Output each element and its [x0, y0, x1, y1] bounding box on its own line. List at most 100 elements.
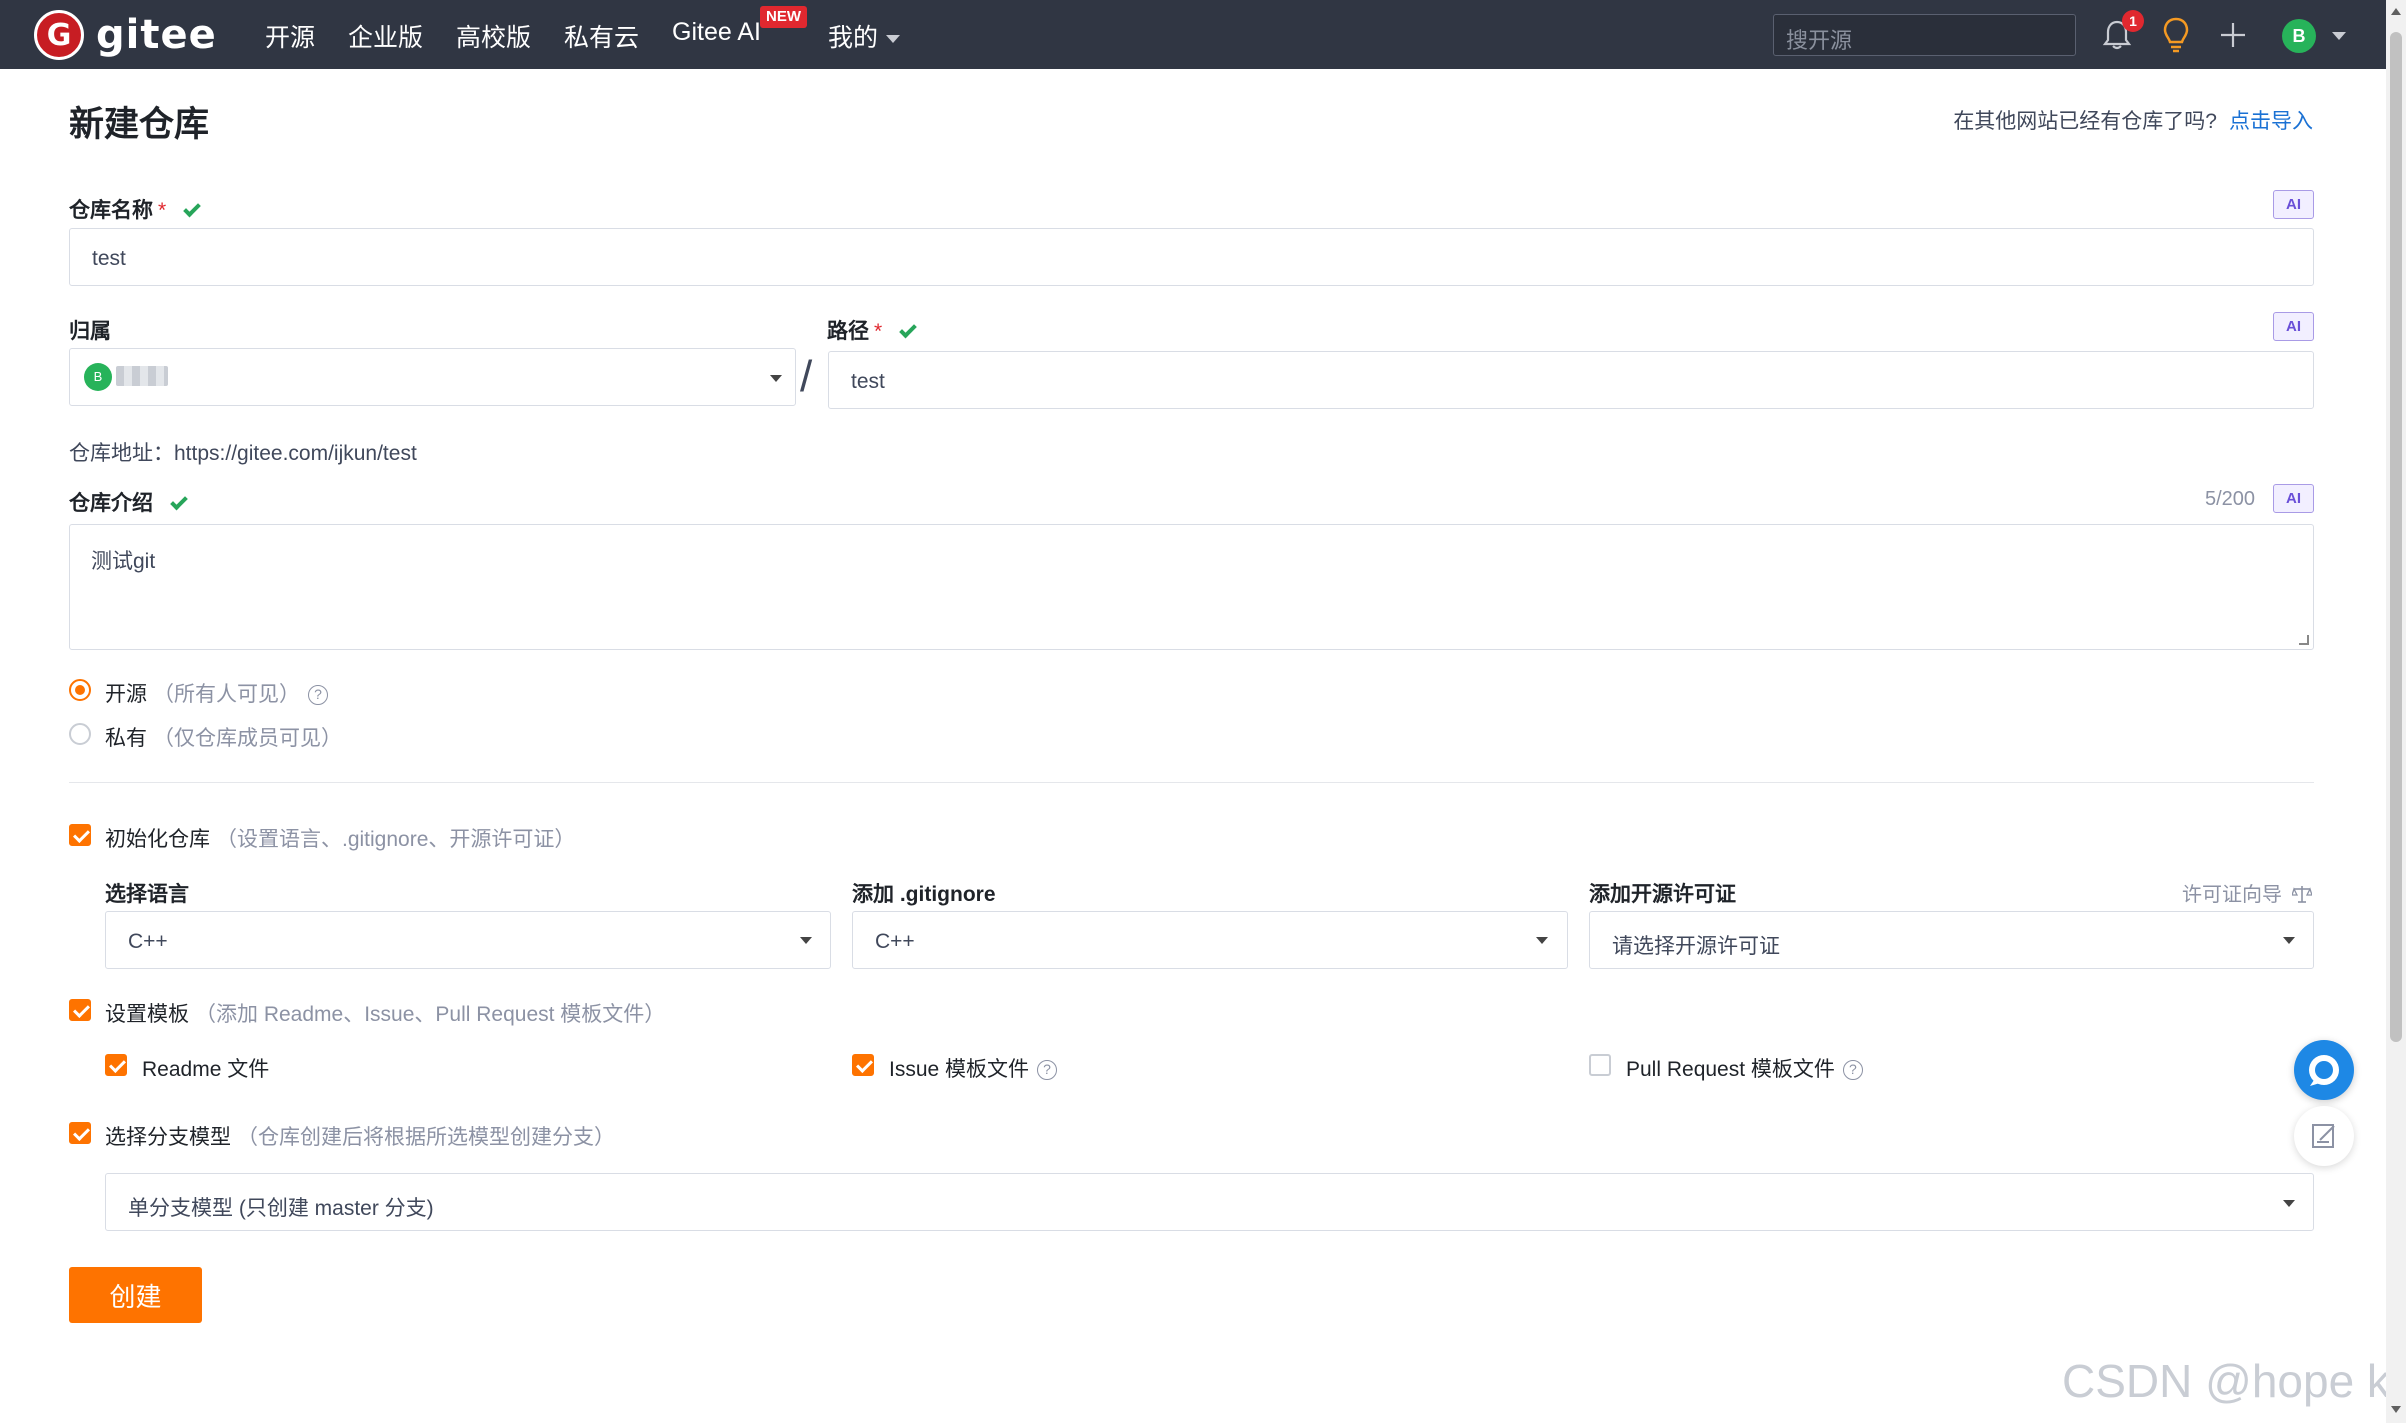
- license-guide-text: 许可证向导: [2182, 884, 2282, 906]
- readme-label: Readme 文件: [142, 1058, 270, 1081]
- nav-item-mine-label: 我的: [828, 24, 879, 52]
- init-repo-hint: （设置语言、.gitignore、开源许可证）: [216, 828, 576, 851]
- owner-avatar: B: [84, 363, 112, 391]
- ai-assist-button[interactable]: AI: [2273, 312, 2314, 341]
- nav-item-education[interactable]: 高校版: [456, 18, 531, 54]
- language-select[interactable]: C++: [105, 911, 831, 969]
- license-select[interactable]: 请选择开源许可证: [1589, 911, 2314, 969]
- init-repo-checkbox[interactable]: [69, 824, 91, 846]
- path-label-text: 路径: [827, 320, 869, 343]
- assistant-float-button[interactable]: [2294, 1040, 2354, 1100]
- nav-item-open-source[interactable]: 开源: [265, 18, 315, 54]
- import-tip-text: 在其他网站已经有仓库了吗?: [1953, 110, 2217, 133]
- ai-assist-button[interactable]: AI: [2273, 484, 2314, 513]
- top-navbar: G gitee 开源 企业版 高校版 私有云 Gitee AI NEW 我的 搜…: [0, 0, 2386, 69]
- page-scrollbar[interactable]: [2386, 0, 2406, 1423]
- desc-label-text: 仓库介绍: [69, 492, 153, 515]
- chevron-down-icon: [800, 937, 812, 944]
- template-checkbox[interactable]: [69, 999, 91, 1021]
- gitee-logo[interactable]: G gitee: [34, 10, 217, 60]
- repo-name-input[interactable]: test: [69, 228, 2314, 286]
- visibility-private-label: 私有 （仅仓库成员可见）: [105, 722, 342, 752]
- issue-template-text: Issue 模板文件: [889, 1058, 1030, 1081]
- repo-name-label: 仓库名称 *: [69, 194, 202, 224]
- gitee-logo-text: gitee: [96, 12, 217, 58]
- branch-model-select[interactable]: 单分支模型 (只创建 master 分支): [105, 1173, 2314, 1231]
- branch-model-text: 选择分支模型: [105, 1126, 231, 1149]
- visibility-private-radio[interactable]: [69, 723, 91, 745]
- chat-bubble-icon: [2309, 1055, 2339, 1086]
- visibility-public-label: 开源 （所有人可见）?: [105, 678, 328, 708]
- feedback-float-button[interactable]: [2294, 1106, 2354, 1166]
- notification-badge: 1: [2122, 10, 2144, 32]
- plus-icon[interactable]: [2218, 20, 2248, 50]
- desc-text: 测试git: [91, 550, 156, 573]
- scroll-down-icon[interactable]: [2391, 1406, 2401, 1413]
- nav-search-input[interactable]: 搜开源: [1773, 14, 2076, 56]
- user-avatar[interactable]: B: [2282, 19, 2316, 53]
- init-repo-label: 初始化仓库 （设置语言、.gitignore、开源许可证）: [105, 823, 575, 853]
- chevron-down-icon: [1536, 937, 1548, 944]
- visibility-public-text: 开源: [105, 683, 147, 706]
- pr-template-checkbox[interactable]: [1589, 1054, 1611, 1076]
- help-icon[interactable]: ?: [1037, 1060, 1058, 1080]
- new-badge: NEW: [760, 6, 807, 28]
- resize-handle[interactable]: [2299, 635, 2309, 645]
- owner-label: 归属: [69, 320, 111, 343]
- required-mark: *: [874, 320, 883, 343]
- nav-item-private-cloud[interactable]: 私有云: [564, 18, 639, 54]
- owner-select[interactable]: [69, 348, 796, 406]
- import-link[interactable]: 点击导入: [2229, 110, 2313, 133]
- template-text: 设置模板: [105, 1003, 189, 1026]
- nav-item-gitee-ai[interactable]: Gitee AI: [672, 18, 761, 47]
- readme-checkbox[interactable]: [105, 1054, 127, 1076]
- chevron-down-icon: [2283, 937, 2295, 944]
- pr-template-text: Pull Request 模板文件: [1626, 1058, 1835, 1081]
- create-button[interactable]: 创建: [69, 1267, 202, 1323]
- desc-textarea[interactable]: 测试git: [69, 524, 2314, 650]
- scroll-up-icon[interactable]: [2391, 8, 2401, 15]
- visibility-private-hint: （仅仓库成员可见）: [153, 727, 342, 750]
- scroll-thumb[interactable]: [2390, 32, 2402, 1042]
- nav-item-mine[interactable]: 我的: [828, 18, 901, 54]
- issue-template-checkbox[interactable]: [852, 1054, 874, 1076]
- path-separator: /: [800, 352, 813, 401]
- language-label: 选择语言: [105, 883, 189, 906]
- scale-icon: [2290, 886, 2313, 903]
- path-input[interactable]: test: [828, 351, 2314, 409]
- check-icon: [170, 492, 188, 511]
- repo-name-label-text: 仓库名称: [69, 199, 153, 222]
- lightbulb-icon[interactable]: [2160, 16, 2192, 54]
- visibility-public-radio[interactable]: [69, 679, 91, 701]
- chevron-down-icon[interactable]: [2332, 32, 2346, 40]
- license-guide-link[interactable]: 许可证向导: [2182, 878, 2313, 907]
- help-icon[interactable]: ?: [308, 685, 328, 705]
- path-label: 路径 *: [827, 315, 918, 345]
- branch-model-checkbox[interactable]: [69, 1122, 91, 1144]
- branch-model-hint: （仓库创建后将根据所选模型创建分支）: [237, 1126, 615, 1149]
- license-label: 添加开源许可证: [1589, 883, 1736, 906]
- template-hint: （添加 Readme、Issue、Pull Request 模板文件）: [195, 1003, 666, 1026]
- chevron-down-icon: [770, 375, 782, 382]
- watermark: CSDN @hope kc: [2062, 1355, 2406, 1407]
- gitignore-label: 添加 .gitignore: [852, 883, 996, 906]
- repo-address: 仓库地址：https://gitee.com/ijkun/test: [69, 442, 417, 465]
- required-mark: *: [158, 199, 167, 222]
- init-repo-text: 初始化仓库: [105, 828, 210, 851]
- chevron-down-icon: [2283, 1200, 2295, 1207]
- owner-name-redacted: [116, 366, 168, 386]
- nav-item-enterprise[interactable]: 企业版: [348, 18, 423, 54]
- desc-label: 仓库介绍: [69, 487, 188, 517]
- check-icon: [183, 199, 202, 218]
- template-label: 设置模板 （添加 Readme、Issue、Pull Request 模板文件）: [105, 998, 665, 1028]
- ai-assist-button[interactable]: AI: [2273, 190, 2314, 219]
- issue-template-label: Issue 模板文件?: [889, 1053, 1058, 1083]
- gitee-logo-mark: G: [34, 10, 84, 60]
- gitignore-select[interactable]: C++: [852, 911, 1568, 969]
- check-icon: [899, 320, 918, 339]
- desc-char-counter: 5/200: [2205, 488, 2256, 510]
- import-tip: 在其他网站已经有仓库了吗? 点击导入: [1953, 105, 2313, 135]
- page-title: 新建仓库: [69, 105, 210, 144]
- help-icon[interactable]: ?: [1842, 1060, 1863, 1080]
- edit-icon: [2312, 1124, 2335, 1148]
